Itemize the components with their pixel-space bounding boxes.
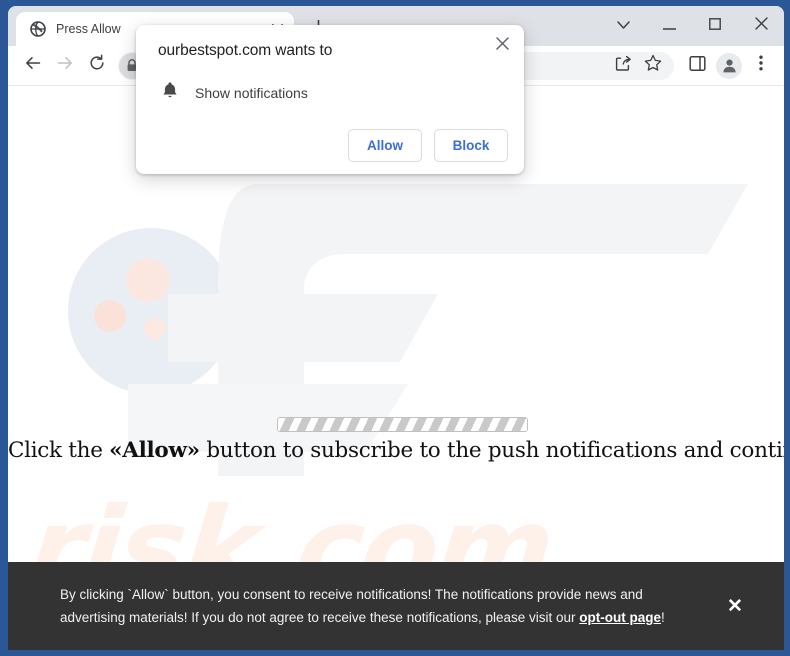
three-dot-menu-button[interactable]	[746, 51, 776, 81]
consent-banner-text: By clicking `Allow` button, you consent …	[60, 583, 705, 629]
banner-close-button[interactable]: ✕	[719, 591, 751, 622]
chevron-down-icon	[616, 17, 630, 35]
close-icon: ✕	[727, 595, 743, 617]
side-panel-button[interactable]	[682, 51, 712, 81]
back-button[interactable]	[18, 51, 48, 81]
popup-permission-row: Show notifications	[158, 81, 508, 104]
minimize-icon	[662, 17, 676, 35]
allow-button[interactable]: Allow	[348, 129, 422, 162]
browser-window-inner: Press Allow risk.com Click the «Allow» b…	[8, 6, 784, 650]
forward-arrow-icon	[56, 54, 74, 77]
share-button[interactable]	[608, 51, 638, 81]
browser-window: Press Allow risk.com Click the «Allow» b…	[0, 0, 790, 656]
star-icon	[644, 54, 662, 77]
progress-bar	[277, 417, 528, 432]
globe-icon	[30, 21, 46, 37]
headline-emphasis: «Allow»	[109, 438, 200, 463]
maximize-icon	[709, 17, 721, 35]
progress-bar-fill	[278, 418, 527, 431]
consent-banner: By clicking `Allow` button, you consent …	[8, 562, 784, 650]
forward-button[interactable]	[50, 51, 80, 81]
block-button[interactable]: Block	[434, 129, 508, 162]
back-arrow-icon	[24, 54, 42, 77]
popup-title: ourbestspot.com wants to	[158, 42, 333, 59]
notification-permission-popup: ourbestspot.com wants to Show notificati…	[136, 25, 524, 174]
minimize-button[interactable]	[646, 7, 692, 45]
close-icon	[754, 17, 768, 35]
opt-out-page-link[interactable]: opt-out page	[579, 610, 661, 625]
profile-avatar-icon[interactable]	[716, 52, 742, 79]
popup-permission-label: Show notifications	[195, 84, 308, 101]
magnifier-watermark-icon	[60, 228, 240, 408]
window-close-button[interactable]	[738, 7, 784, 45]
headline-suffix: button to subscribe to the push notifica…	[206, 438, 784, 463]
popup-close-button[interactable]	[489, 33, 515, 59]
reload-button[interactable]	[82, 51, 112, 81]
page-headline: Click the «Allow» button to subscribe to…	[8, 438, 784, 463]
side-panel-icon	[688, 55, 706, 77]
consent-text-after-link: !	[661, 610, 665, 625]
tab-search-button[interactable]	[600, 7, 646, 45]
consent-text-before-link: By clicking `Allow` button, you consent …	[60, 586, 643, 625]
bell-icon	[162, 81, 178, 104]
close-icon	[495, 37, 509, 55]
window-controls	[600, 6, 784, 46]
headline-prefix: Click the	[8, 438, 110, 463]
reload-icon	[88, 54, 106, 77]
bookmark-button[interactable]	[638, 51, 668, 81]
three-dot-menu-icon	[759, 55, 763, 76]
share-icon	[615, 55, 632, 77]
popup-actions: Allow Block	[158, 129, 508, 162]
maximize-button[interactable]	[692, 7, 738, 45]
